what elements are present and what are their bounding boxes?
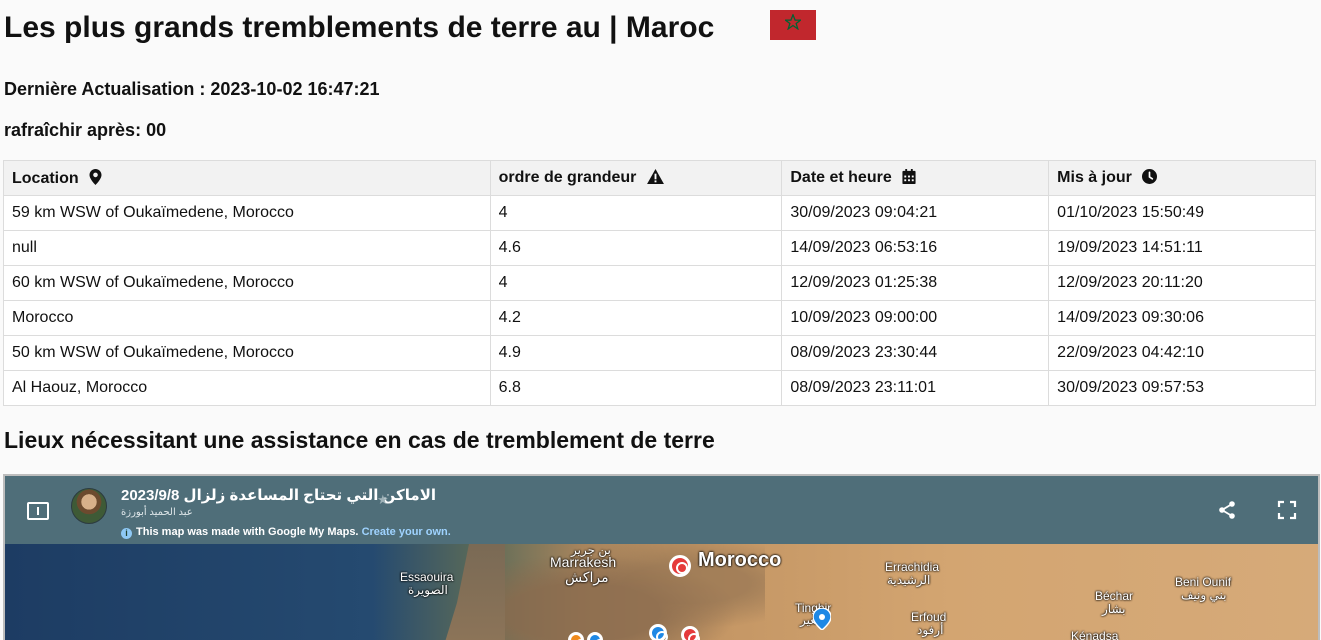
map-label: أرفود (917, 623, 944, 637)
cell-magnitude: 6.8 (489, 370, 783, 406)
cell-datetime: 08/09/2023 23:30:44 (781, 335, 1050, 371)
map-label: الصويرة (408, 583, 448, 597)
cell-magnitude: 4.9 (489, 335, 783, 371)
map-header-bar: الاماكن التي تحتاج المساعدة زلزال 2023/9… (5, 476, 1318, 544)
column-header-location[interactable]: Location (3, 160, 491, 196)
create-map-link[interactable]: Create your own. (362, 526, 451, 538)
map-canvas[interactable]: بن جرير Marrakesh مراكش Essaouira الصوير… (5, 544, 1318, 640)
cell-location: 50 km WSW of Oukaïmedene, Morocco (3, 335, 491, 371)
column-header-label: Mis à jour (1057, 169, 1132, 186)
cell-magnitude: 4.6 (489, 230, 783, 266)
last-update-text: Dernière Actualisation : 2023-10-02 16:4… (4, 79, 380, 99)
cell-magnitude: 4 (489, 265, 783, 301)
table-row: null 4.6 14/09/2023 06:53:16 19/09/2023 … (3, 230, 1316, 266)
column-header-label: Location (12, 169, 79, 187)
map-author: عبد الحميد أبورزة (121, 507, 193, 518)
section-title: Lieux nécessitant une assistance en cas … (4, 427, 715, 453)
share-icon[interactable] (1217, 500, 1237, 520)
map-note: i This map was made with Google My Maps. … (121, 526, 451, 539)
table-header-row: Location ordre de grandeur Date et heure… (3, 160, 1316, 196)
side-panel-toggle-icon[interactable] (27, 502, 49, 520)
map-label: Kénadsa (1071, 629, 1119, 640)
cell-location: Morocco (3, 300, 491, 336)
cell-location: null (3, 230, 491, 266)
cell-updated: 12/09/2023 20:11:20 (1048, 265, 1316, 301)
calendar-icon (902, 169, 916, 184)
cell-datetime: 30/09/2023 09:04:21 (781, 195, 1050, 231)
earthquake-table: Location ordre de grandeur Date et heure… (3, 160, 1316, 406)
map-title[interactable]: الاماكن التي تحتاج المساعدة زلزال 2023/9… (121, 486, 436, 504)
map-label: بشار (1102, 602, 1126, 616)
map-label: مراكش (565, 569, 609, 585)
table-row: 60 km WSW of Oukaïmedene, Morocco 4 12/0… (3, 265, 1316, 301)
map-pin-icon (89, 168, 102, 185)
table-row: Al Haouz, Morocco 6.8 08/09/2023 23:11:0… (3, 370, 1316, 406)
refresh-countdown: rafraîchir après: 00 (4, 120, 167, 140)
cell-location: 60 km WSW of Oukaïmedene, Morocco (3, 265, 491, 301)
column-header-label: Date et heure (790, 169, 892, 186)
page-title: Les plus grands tremblements de terre au… (4, 11, 715, 44)
cell-datetime: 08/09/2023 23:11:01 (781, 370, 1050, 406)
cell-updated: 01/10/2023 15:50:49 (1048, 195, 1316, 231)
cell-magnitude: 4 (489, 195, 783, 231)
location-marker[interactable] (649, 624, 668, 640)
cell-datetime: 14/09/2023 06:53:16 (781, 230, 1050, 266)
cell-magnitude: 4.2 (489, 300, 783, 336)
cell-location: 59 km WSW of Oukaïmedene, Morocco (3, 195, 491, 231)
fullscreen-icon[interactable] (1277, 500, 1297, 520)
earthquake-marker[interactable] (681, 626, 700, 640)
embedded-map[interactable]: الاماكن التي تحتاج المساعدة زلزال 2023/9… (3, 474, 1320, 640)
map-note-text: This map was made with Google My Maps. (136, 526, 359, 538)
cell-updated: 14/09/2023 09:30:06 (1048, 300, 1316, 336)
earthquake-marker[interactable] (669, 555, 691, 577)
morocco-flag-icon (770, 10, 816, 40)
map-label: Marrakesh (550, 554, 617, 570)
table-row: 59 km WSW of Oukaïmedene, Morocco 4 30/0… (3, 195, 1316, 231)
cell-datetime: 10/09/2023 09:00:00 (781, 300, 1050, 336)
coastline (445, 544, 505, 640)
map-label: Morocco (698, 549, 782, 571)
table-row: 50 km WSW of Oukaïmedene, Morocco 4.9 08… (3, 335, 1316, 371)
avatar[interactable] (71, 488, 107, 524)
map-label: الرشيدية (887, 573, 931, 587)
column-header-magnitude[interactable]: ordre de grandeur (489, 160, 783, 196)
warning-icon (646, 169, 664, 184)
cell-updated: 30/09/2023 09:57:53 (1048, 370, 1316, 406)
table-row: Morocco 4.2 10/09/2023 09:00:00 14/09/20… (3, 300, 1316, 336)
map-label: بني ونيف (1181, 588, 1227, 602)
cell-datetime: 12/09/2023 01:25:38 (781, 265, 1050, 301)
column-header-label: ordre de grandeur (498, 169, 637, 186)
cell-location: Al Haouz, Morocco (3, 370, 491, 406)
page: Les plus grands tremblements de terre au… (0, 0, 1321, 640)
info-icon: i (121, 528, 132, 539)
column-header-updated[interactable]: Mis à jour (1048, 160, 1316, 196)
cell-updated: 19/09/2023 14:51:11 (1048, 230, 1316, 266)
column-header-datetime[interactable]: Date et heure (781, 160, 1050, 196)
location-pin-icon[interactable] (813, 608, 831, 630)
star-icon[interactable]: ★ (377, 492, 389, 508)
clock-icon (1142, 169, 1158, 184)
cell-updated: 22/09/2023 04:42:10 (1048, 335, 1316, 371)
